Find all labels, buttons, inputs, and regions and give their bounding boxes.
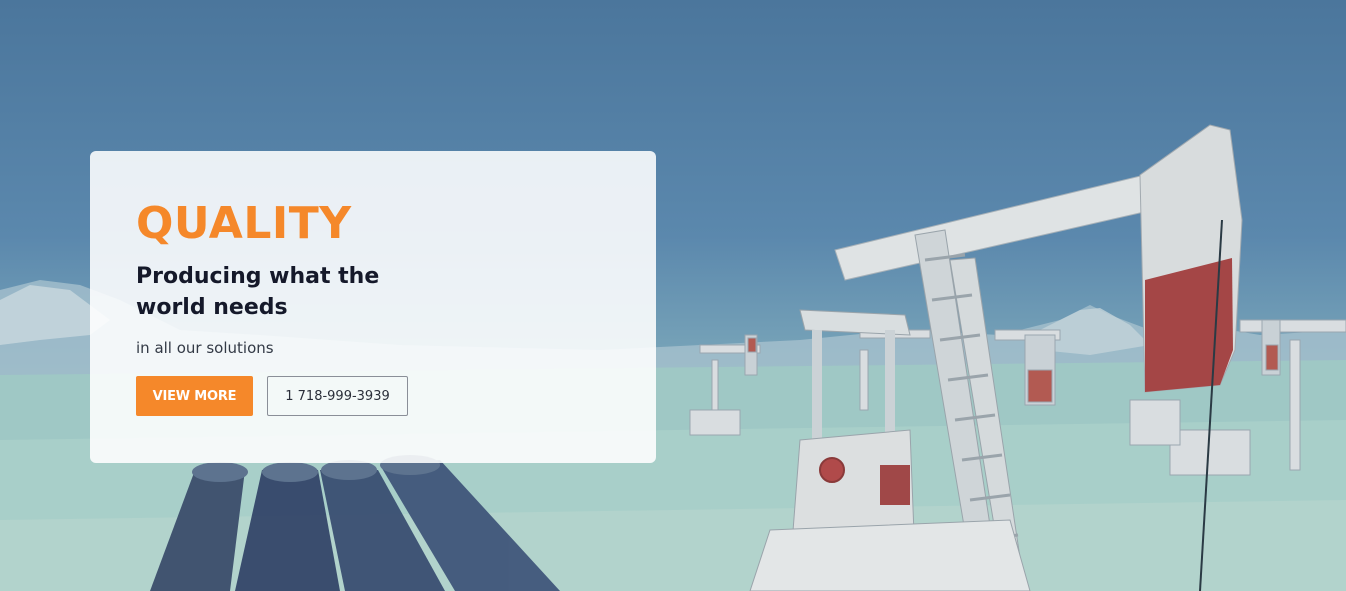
hero-buttons: VIEW MORE 1 718-999-3939: [136, 376, 656, 416]
phone-button[interactable]: 1 718-999-3939: [267, 376, 408, 416]
hero-title: QUALITY: [136, 198, 352, 249]
hero-subtitle: Producing what the world needs: [136, 264, 380, 320]
view-more-button[interactable]: VIEW MORE: [136, 376, 253, 416]
hero-card: QUALITY Producing what the world needs i…: [90, 151, 656, 463]
hero-banner: QUALITY Producing what the world needs i…: [0, 0, 1346, 591]
hero-tagline: in all our solutions: [136, 339, 274, 357]
